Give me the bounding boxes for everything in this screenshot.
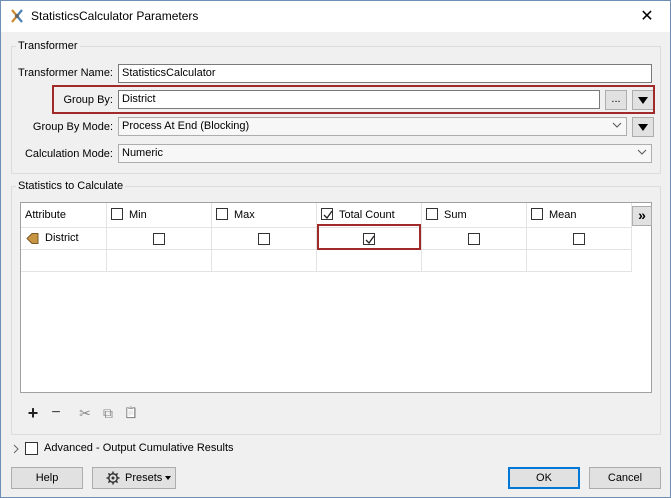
- advanced-label: Advanced - Output Cumulative Results: [44, 442, 234, 454]
- row-checkbox-min[interactable]: [153, 233, 165, 245]
- row-checkbox-max[interactable]: [258, 233, 270, 245]
- double-chevron-right-icon: »: [638, 207, 646, 223]
- column-header-min[interactable]: Min: [107, 203, 212, 228]
- caret-down-icon: [165, 476, 171, 480]
- dropdown-triangle-icon: [638, 124, 648, 131]
- advanced-checkbox[interactable]: [25, 442, 38, 455]
- calc-mode-label: Calculation Mode:: [24, 148, 113, 160]
- help-button[interactable]: Help: [11, 467, 83, 489]
- header-checkbox-mean[interactable]: [531, 208, 543, 220]
- check-icon: [323, 210, 333, 220]
- cell-sum[interactable]: [422, 228, 527, 250]
- column-header-mean[interactable]: Mean: [527, 203, 632, 228]
- close-button[interactable]: ✕: [624, 1, 670, 32]
- transformer-name-label: Transformer Name:: [18, 67, 113, 79]
- attribute-tag-icon: [26, 233, 39, 244]
- paste-icon[interactable]: 📋: [123, 405, 139, 421]
- transformer-name-field[interactable]: StatisticsCalculator: [118, 64, 652, 83]
- empty-row-cell[interactable]: [527, 250, 632, 272]
- chevron-down-icon: [612, 122, 622, 128]
- calc-mode-select[interactable]: Numeric: [118, 144, 652, 163]
- transformer-group-title: Transformer: [16, 40, 80, 52]
- row-checkbox-sum[interactable]: [468, 233, 480, 245]
- group-by-mode-label: Group By Mode:: [32, 121, 113, 133]
- table-row: District: [21, 228, 107, 250]
- empty-row-cell[interactable]: [422, 250, 527, 272]
- copy-icon[interactable]: ⧉: [100, 405, 116, 421]
- gear-icon: [106, 471, 120, 485]
- cell-min[interactable]: [107, 228, 212, 250]
- header-checkbox-sum[interactable]: [426, 208, 438, 220]
- header-checkbox-total-count[interactable]: [321, 208, 333, 220]
- statistics-group-title: Statistics to Calculate: [16, 180, 126, 192]
- chevron-down-icon: [637, 149, 647, 155]
- empty-row-cell[interactable]: [21, 250, 107, 272]
- ok-button[interactable]: OK: [508, 467, 580, 489]
- cell-mean[interactable]: [527, 228, 632, 250]
- column-header-max[interactable]: Max: [212, 203, 317, 228]
- column-header-attribute: Attribute: [21, 203, 107, 228]
- add-row-icon[interactable]: +: [25, 404, 41, 422]
- cell-max[interactable]: [212, 228, 317, 250]
- remove-row-icon[interactable]: −: [48, 405, 64, 421]
- expand-chevron-icon[interactable]: [12, 444, 20, 454]
- group-by-mode-select[interactable]: Process At End (Blocking): [118, 117, 627, 136]
- empty-row-cell[interactable]: [107, 250, 212, 272]
- close-icon: ✕: [640, 8, 654, 25]
- window-title: StatisticsCalculator Parameters: [31, 9, 199, 23]
- app-icon: [11, 9, 23, 23]
- column-header-sum[interactable]: Sum: [422, 203, 527, 228]
- group-by-highlight: [52, 85, 655, 114]
- cancel-button[interactable]: Cancel: [589, 467, 661, 489]
- empty-row-cell[interactable]: [317, 250, 422, 272]
- dialog-window: StatisticsCalculator Parameters ✕ Transf…: [0, 0, 671, 498]
- total-count-highlight: [317, 224, 421, 250]
- empty-row-cell[interactable]: [212, 250, 317, 272]
- header-checkbox-min[interactable]: [111, 208, 123, 220]
- more-columns-button[interactable]: »: [632, 206, 652, 226]
- title-bar: StatisticsCalculator Parameters ✕: [1, 1, 670, 32]
- cut-icon[interactable]: ✂: [77, 405, 93, 421]
- row-checkbox-mean[interactable]: [573, 233, 585, 245]
- presets-button[interactable]: Presets: [92, 467, 176, 489]
- group-by-mode-dropdown-button[interactable]: [632, 117, 654, 137]
- header-checkbox-max[interactable]: [216, 208, 228, 220]
